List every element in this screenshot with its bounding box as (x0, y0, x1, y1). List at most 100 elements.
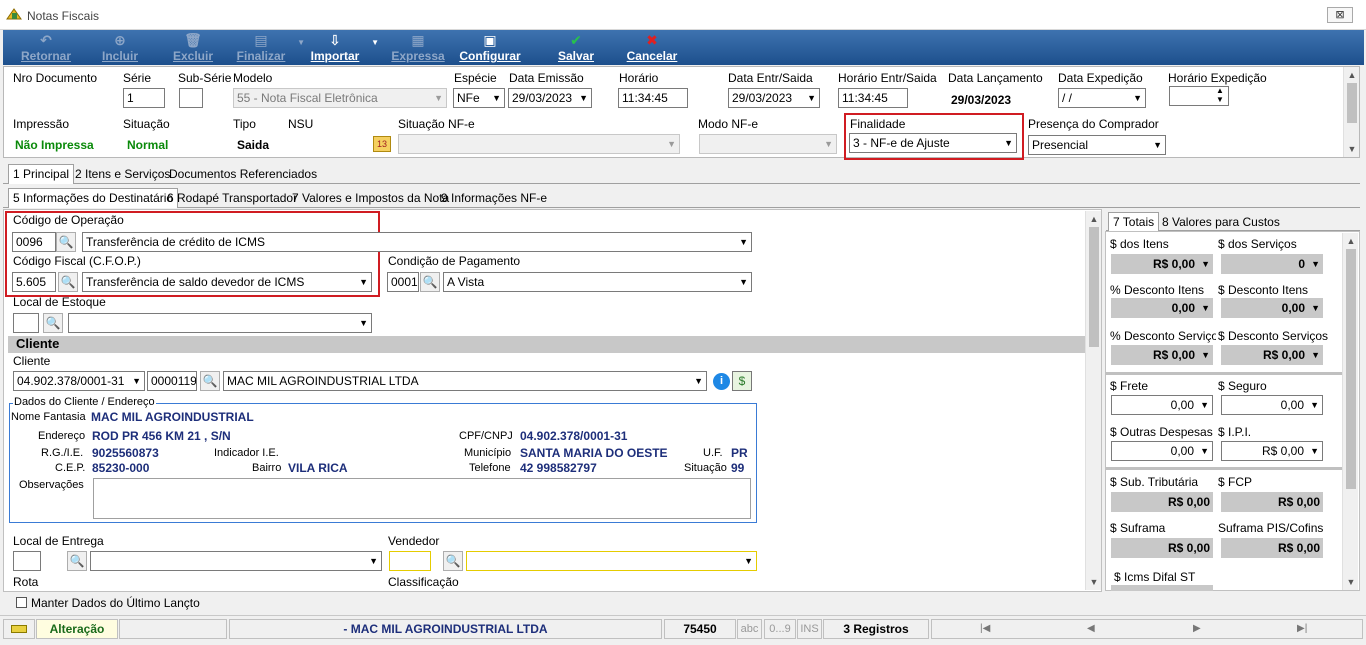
scroll-thumb[interactable] (1346, 249, 1356, 489)
data-entr-saida-input[interactable]: 29/03/2023 (728, 88, 820, 108)
search-icon[interactable]: 🔍 (58, 272, 78, 292)
configurar-button[interactable]: ▣ Configurar (458, 30, 522, 65)
cond-pagamento-input[interactable]: 0001 (387, 272, 419, 292)
document-icon: ▦ (411, 32, 425, 48)
suframa-value: R$ 0,00 (1111, 538, 1213, 558)
prev-record-icon[interactable]: ◀ (1087, 623, 1095, 634)
spin-icon[interactable]: ▲ ▼ (1216, 86, 1224, 104)
fcp-label: $ FCP (1218, 475, 1253, 489)
close-button[interactable]: ⊠ (1327, 7, 1353, 23)
codigo-operacao-input[interactable]: 0096 (12, 232, 56, 252)
pct-desc-servicos-value[interactable]: R$ 0,00 (1111, 345, 1213, 365)
totals-scrollbar[interactable]: ▲ ▼ (1342, 233, 1358, 590)
cond-pagamento-select[interactable]: A Vista (443, 272, 752, 292)
dos-servicos-label: $ dos Serviços (1218, 237, 1297, 251)
cfop-select[interactable]: Transferência de saldo devedor de ICMS (82, 272, 372, 292)
tab-rodape-transportador[interactable]: 6 Rodapé Transportador (162, 188, 302, 208)
scroll-up-icon[interactable]: ▲ (1344, 67, 1360, 83)
tab-destinatario[interactable]: 5 Informações do Destinatário (8, 188, 179, 208)
scroll-thumb[interactable] (1347, 83, 1357, 123)
scroll-up-icon[interactable]: ▲ (1343, 233, 1359, 249)
dos-servicos-value[interactable]: 0 (1221, 254, 1323, 274)
incluir-button[interactable]: ⊕ Incluir (85, 30, 155, 65)
scroll-down-icon[interactable]: ▼ (1343, 574, 1359, 590)
importar-button[interactable]: ⇩ Importar ▼ (303, 30, 379, 65)
tab-valores-custos[interactable]: 8 Valores para Custos (1157, 212, 1285, 232)
tab-documentos-referenciados[interactable]: Documentos Referenciados (164, 164, 322, 184)
presenca-select[interactable]: Presencial (1028, 135, 1166, 155)
ipi-input[interactable]: R$ 0,00 (1221, 441, 1323, 461)
search-icon[interactable]: 🔍 (56, 232, 76, 252)
ipi-label: $ I.P.I. (1218, 425, 1252, 439)
scroll-down-icon[interactable]: ▼ (1344, 141, 1360, 157)
seguro-input[interactable]: 0,00 (1221, 395, 1323, 415)
tab-valores-impostos[interactable]: 7 Valores e Impostos da Nota (287, 188, 454, 208)
cliente-name-select[interactable]: MAC MIL AGROINDUSTRIAL LTDA (223, 371, 707, 391)
manter-dados-label: Manter Dados do Último Lançto (31, 596, 200, 610)
horario-entr-saida-input[interactable]: 11:34:45 (838, 88, 908, 108)
status-indicator (3, 619, 35, 639)
next-record-icon[interactable]: ▶ (1193, 623, 1201, 634)
local-entrega-input[interactable] (13, 551, 41, 571)
serie-input[interactable]: 1 (123, 88, 165, 108)
local-estoque-select[interactable] (68, 313, 372, 333)
data-emissao-input[interactable]: 29/03/2023 (508, 88, 592, 108)
last-record-icon[interactable]: ▶| (1297, 623, 1307, 634)
cliente-code-input[interactable]: 0000119 (147, 371, 197, 391)
excluir-button[interactable]: 🗑 Excluir (158, 30, 228, 65)
scroll-up-icon[interactable]: ▲ (1086, 211, 1102, 227)
search-icon[interactable]: 🔍 (200, 371, 220, 391)
local-entrega-select[interactable] (90, 551, 382, 571)
tab-principal[interactable]: 1 Principal (8, 164, 75, 184)
money-icon[interactable]: $ (732, 371, 752, 391)
form-scrollbar[interactable]: ▲ ▼ (1085, 211, 1101, 590)
vendedor-select[interactable] (466, 551, 757, 571)
frete-input[interactable]: 0,00 (1111, 395, 1213, 415)
cancelar-button[interactable]: ✖ Cancelar (620, 30, 684, 65)
tab-totais[interactable]: 7 Totais (1108, 212, 1160, 232)
especie-select[interactable]: NFe (453, 88, 505, 108)
salvar-button[interactable]: ✔ Salvar (544, 30, 608, 65)
info-icon[interactable]: i (713, 373, 730, 390)
nsu-lookup-icon[interactable]: 13 (373, 136, 391, 152)
observacoes-textarea[interactable] (93, 478, 751, 519)
situacao-cliente-label: Situação (684, 462, 727, 474)
first-record-icon[interactable]: |◀ (980, 623, 990, 634)
desc-servicos-value[interactable]: R$ 0,00 (1221, 345, 1323, 365)
vendedor-input[interactable] (389, 551, 431, 571)
data-expedicao-input[interactable]: / / (1058, 88, 1146, 108)
sub-serie-input[interactable] (179, 88, 203, 108)
horario-input[interactable]: 11:34:45 (618, 88, 688, 108)
cfop-input[interactable]: 5.605 (12, 272, 56, 292)
finalizar-button[interactable]: ▤ Finalizar ▼ (229, 30, 305, 65)
cep-label: C.E.P. (55, 462, 86, 474)
outras-despesas-input[interactable]: 0,00 (1111, 441, 1213, 461)
search-icon[interactable]: 🔍 (67, 551, 87, 571)
desc-itens-value[interactable]: 0,00 (1221, 298, 1323, 318)
tab-itens-servicos[interactable]: 2 Itens e Serviços (70, 164, 175, 184)
modelo-select[interactable]: 55 - Nota Fiscal Eletrônica (233, 88, 447, 108)
tipo-label: Tipo (233, 117, 256, 131)
local-estoque-input[interactable] (13, 313, 39, 333)
situacao-nfe-select[interactable] (398, 134, 680, 154)
search-icon[interactable]: 🔍 (443, 551, 463, 571)
dos-itens-value[interactable]: R$ 0,00 (1111, 254, 1213, 274)
data-lancamento-value: 29/03/2023 (951, 93, 1012, 107)
scroll-thumb[interactable] (1089, 227, 1099, 347)
modo-nfe-select[interactable] (699, 134, 837, 154)
municipio-label: Município (464, 447, 512, 459)
expressa-button[interactable]: ▦ Expressa (386, 30, 450, 65)
cliente-cnpj-select[interactable]: 04.902.378/0001-31 (13, 371, 145, 391)
codigo-operacao-select[interactable]: Transferência de crédito de ICMS (82, 232, 752, 252)
pct-desc-itens-value[interactable]: 0,00 (1111, 298, 1213, 318)
finalidade-select[interactable]: 3 - NF-e de Ajuste (849, 133, 1017, 153)
manter-dados-checkbox[interactable] (16, 597, 27, 608)
search-icon[interactable]: 🔍 (420, 272, 440, 292)
header-scrollbar[interactable]: ▲ ▼ (1343, 67, 1359, 157)
frete-label: $ Frete (1110, 379, 1149, 393)
search-icon[interactable]: 🔍 (43, 313, 63, 333)
impressao-label: Impressão (13, 117, 70, 131)
scroll-down-icon[interactable]: ▼ (1086, 574, 1102, 590)
retornar-button[interactable]: ↶ Retornar (11, 30, 81, 65)
tab-informacoes-nfe[interactable]: 9 Informações NF-e (436, 188, 552, 208)
